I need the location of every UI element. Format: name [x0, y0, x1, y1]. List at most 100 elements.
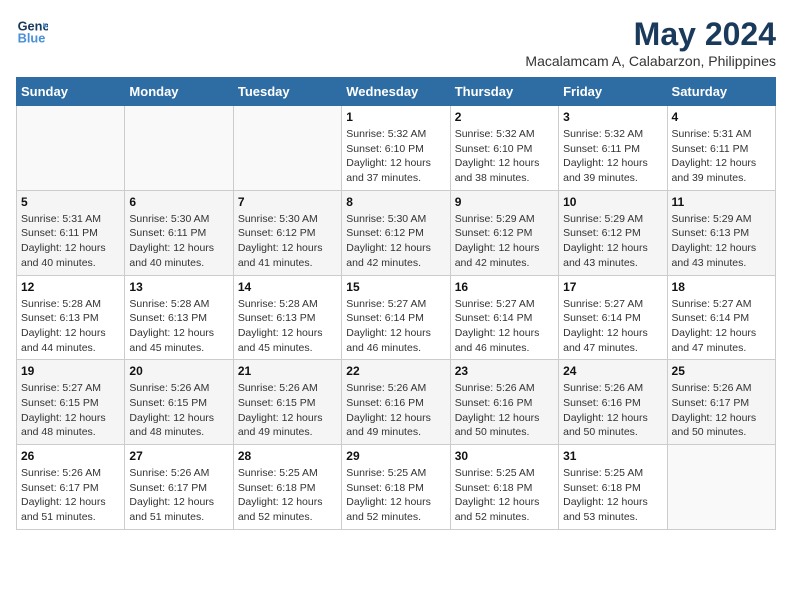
day-number: 24 [563, 364, 662, 378]
header-sunday: Sunday [17, 78, 125, 106]
day-info: Sunrise: 5:29 AM Sunset: 6:12 PM Dayligh… [455, 212, 554, 271]
logo: General Blue [16, 16, 48, 48]
day-info: Sunrise: 5:27 AM Sunset: 6:14 PM Dayligh… [455, 297, 554, 356]
table-cell: 15 Sunrise: 5:27 AM Sunset: 6:14 PM Dayli… [342, 275, 450, 360]
day-info: Sunrise: 5:25 AM Sunset: 6:18 PM Dayligh… [346, 466, 445, 525]
day-info: Sunrise: 5:25 AM Sunset: 6:18 PM Dayligh… [563, 466, 662, 525]
week-row-5: 26Sunrise: 5:26 AM Sunset: 6:17 PM Dayli… [17, 445, 776, 530]
day-info: Sunrise: 5:26 AM Sunset: 6:16 PM Dayligh… [455, 381, 554, 440]
day-number: 15 [346, 280, 445, 294]
table-cell: 21 Sunrise: 5:26 AM Sunset: 6:15 PM Dayli… [233, 360, 341, 445]
table-cell: 3Sunrise: 5:32 AM Sunset: 6:11 PM Daylig… [559, 106, 667, 191]
day-number: 31 [563, 449, 662, 463]
day-info: Sunrise: 5:32 AM Sunset: 6:10 PM Dayligh… [455, 127, 554, 186]
day-number: 23 [455, 364, 554, 378]
page-header: General Blue May 2024 Macalamcam A, Cala… [16, 16, 776, 69]
day-number: 5 [21, 195, 120, 209]
day-info: Sunrise: 5:31 AM Sunset: 6:11 PM Dayligh… [672, 127, 771, 186]
day-number: 27 [129, 449, 228, 463]
day-info: Sunrise: 5:28 AM Sunset: 6:13 PM Dayligh… [129, 297, 228, 356]
day-info: Sunrise: 5:27 AM Sunset: 6:14 PM Dayligh… [672, 297, 771, 356]
day-number: 25 [672, 364, 771, 378]
logo-icon: General Blue [16, 16, 48, 48]
table-cell: 12 Sunrise: 5:28 AM Sunset: 6:13 PM Dayli… [17, 275, 125, 360]
day-info: Sunrise: 5:26 AM Sunset: 6:15 PM Dayligh… [238, 381, 337, 440]
day-number: 18 [672, 280, 771, 294]
week-row-2: 5 Sunrise: 5:31 AM Sunset: 6:11 PM Daylig… [17, 190, 776, 275]
day-number: 11 [672, 195, 771, 209]
day-number: 22 [346, 364, 445, 378]
calendar-table: Sunday Monday Tuesday Wednesday Thursday… [16, 77, 776, 530]
day-info: Sunrise: 5:25 AM Sunset: 6:18 PM Dayligh… [238, 466, 337, 525]
header-thursday: Thursday [450, 78, 558, 106]
day-info: Sunrise: 5:31 AM Sunset: 6:11 PM Dayligh… [21, 212, 120, 271]
day-number: 10 [563, 195, 662, 209]
month-title: May 2024 [525, 16, 776, 53]
day-number: 29 [346, 449, 445, 463]
day-info: Sunrise: 5:26 AM Sunset: 6:16 PM Dayligh… [346, 381, 445, 440]
table-cell: 20 Sunrise: 5:26 AM Sunset: 6:15 PM Dayli… [125, 360, 233, 445]
day-info: Sunrise: 5:26 AM Sunset: 6:17 PM Dayligh… [672, 381, 771, 440]
table-cell: 23 Sunrise: 5:26 AM Sunset: 6:16 PM Dayli… [450, 360, 558, 445]
table-cell: 4 Sunrise: 5:31 AM Sunset: 6:11 PM Daylig… [667, 106, 775, 191]
week-row-4: 19Sunrise: 5:27 AM Sunset: 6:15 PM Dayli… [17, 360, 776, 445]
table-cell: 16 Sunrise: 5:27 AM Sunset: 6:14 PM Dayli… [450, 275, 558, 360]
table-cell: 11Sunrise: 5:29 AM Sunset: 6:13 PM Dayli… [667, 190, 775, 275]
day-number: 12 [21, 280, 120, 294]
table-cell [233, 106, 341, 191]
day-info: Sunrise: 5:27 AM Sunset: 6:15 PM Dayligh… [21, 381, 120, 440]
day-number: 26 [21, 449, 120, 463]
day-info: Sunrise: 5:28 AM Sunset: 6:13 PM Dayligh… [21, 297, 120, 356]
table-cell: 9 Sunrise: 5:29 AM Sunset: 6:12 PM Daylig… [450, 190, 558, 275]
day-info: Sunrise: 5:26 AM Sunset: 6:15 PM Dayligh… [129, 381, 228, 440]
table-cell: 18 Sunrise: 5:27 AM Sunset: 6:14 PM Dayli… [667, 275, 775, 360]
day-info: Sunrise: 5:27 AM Sunset: 6:14 PM Dayligh… [346, 297, 445, 356]
day-info: Sunrise: 5:25 AM Sunset: 6:18 PM Dayligh… [455, 466, 554, 525]
location: Macalamcam A, Calabarzon, Philippines [525, 53, 776, 69]
day-number: 28 [238, 449, 337, 463]
header-tuesday: Tuesday [233, 78, 341, 106]
table-cell: 27Sunrise: 5:26 AM Sunset: 6:17 PM Dayli… [125, 445, 233, 530]
table-cell: 10 Sunrise: 5:29 AM Sunset: 6:12 PM Dayli… [559, 190, 667, 275]
week-row-3: 12 Sunrise: 5:28 AM Sunset: 6:13 PM Dayli… [17, 275, 776, 360]
table-cell: 28 Sunrise: 5:25 AM Sunset: 6:18 PM Dayli… [233, 445, 341, 530]
day-number: 16 [455, 280, 554, 294]
title-block: May 2024 Macalamcam A, Calabarzon, Phili… [525, 16, 776, 69]
table-cell: 30 Sunrise: 5:25 AM Sunset: 6:18 PM Dayli… [450, 445, 558, 530]
day-number: 30 [455, 449, 554, 463]
day-number: 8 [346, 195, 445, 209]
day-number: 14 [238, 280, 337, 294]
table-cell: 22 Sunrise: 5:26 AM Sunset: 6:16 PM Dayli… [342, 360, 450, 445]
week-row-1: 1Sunrise: 5:32 AM Sunset: 6:10 PM Daylig… [17, 106, 776, 191]
table-cell: 25 Sunrise: 5:26 AM Sunset: 6:17 PM Dayli… [667, 360, 775, 445]
day-number: 7 [238, 195, 337, 209]
day-info: Sunrise: 5:30 AM Sunset: 6:12 PM Dayligh… [346, 212, 445, 271]
day-number: 9 [455, 195, 554, 209]
table-cell: 13 Sunrise: 5:28 AM Sunset: 6:13 PM Dayli… [125, 275, 233, 360]
day-info: Sunrise: 5:26 AM Sunset: 6:16 PM Dayligh… [563, 381, 662, 440]
table-cell: 8 Sunrise: 5:30 AM Sunset: 6:12 PM Daylig… [342, 190, 450, 275]
day-number: 20 [129, 364, 228, 378]
table-cell: 2Sunrise: 5:32 AM Sunset: 6:10 PM Daylig… [450, 106, 558, 191]
table-cell: 31 Sunrise: 5:25 AM Sunset: 6:18 PM Dayli… [559, 445, 667, 530]
table-cell: 14 Sunrise: 5:28 AM Sunset: 6:13 PM Dayli… [233, 275, 341, 360]
header-saturday: Saturday [667, 78, 775, 106]
day-number: 17 [563, 280, 662, 294]
day-info: Sunrise: 5:28 AM Sunset: 6:13 PM Dayligh… [238, 297, 337, 356]
day-info: Sunrise: 5:30 AM Sunset: 6:12 PM Dayligh… [238, 212, 337, 271]
day-number: 13 [129, 280, 228, 294]
day-info: Sunrise: 5:27 AM Sunset: 6:14 PM Dayligh… [563, 297, 662, 356]
svg-text:Blue: Blue [18, 30, 46, 45]
table-cell: 26Sunrise: 5:26 AM Sunset: 6:17 PM Dayli… [17, 445, 125, 530]
day-number: 21 [238, 364, 337, 378]
table-cell [125, 106, 233, 191]
table-cell: 1Sunrise: 5:32 AM Sunset: 6:10 PM Daylig… [342, 106, 450, 191]
day-info: Sunrise: 5:32 AM Sunset: 6:11 PM Dayligh… [563, 127, 662, 186]
table-cell: 17 Sunrise: 5:27 AM Sunset: 6:14 PM Dayli… [559, 275, 667, 360]
day-info: Sunrise: 5:29 AM Sunset: 6:12 PM Dayligh… [563, 212, 662, 271]
table-cell: 6Sunrise: 5:30 AM Sunset: 6:11 PM Daylig… [125, 190, 233, 275]
table-cell: 5 Sunrise: 5:31 AM Sunset: 6:11 PM Daylig… [17, 190, 125, 275]
day-number: 4 [672, 110, 771, 124]
day-info: Sunrise: 5:32 AM Sunset: 6:10 PM Dayligh… [346, 127, 445, 186]
day-number: 6 [129, 195, 228, 209]
